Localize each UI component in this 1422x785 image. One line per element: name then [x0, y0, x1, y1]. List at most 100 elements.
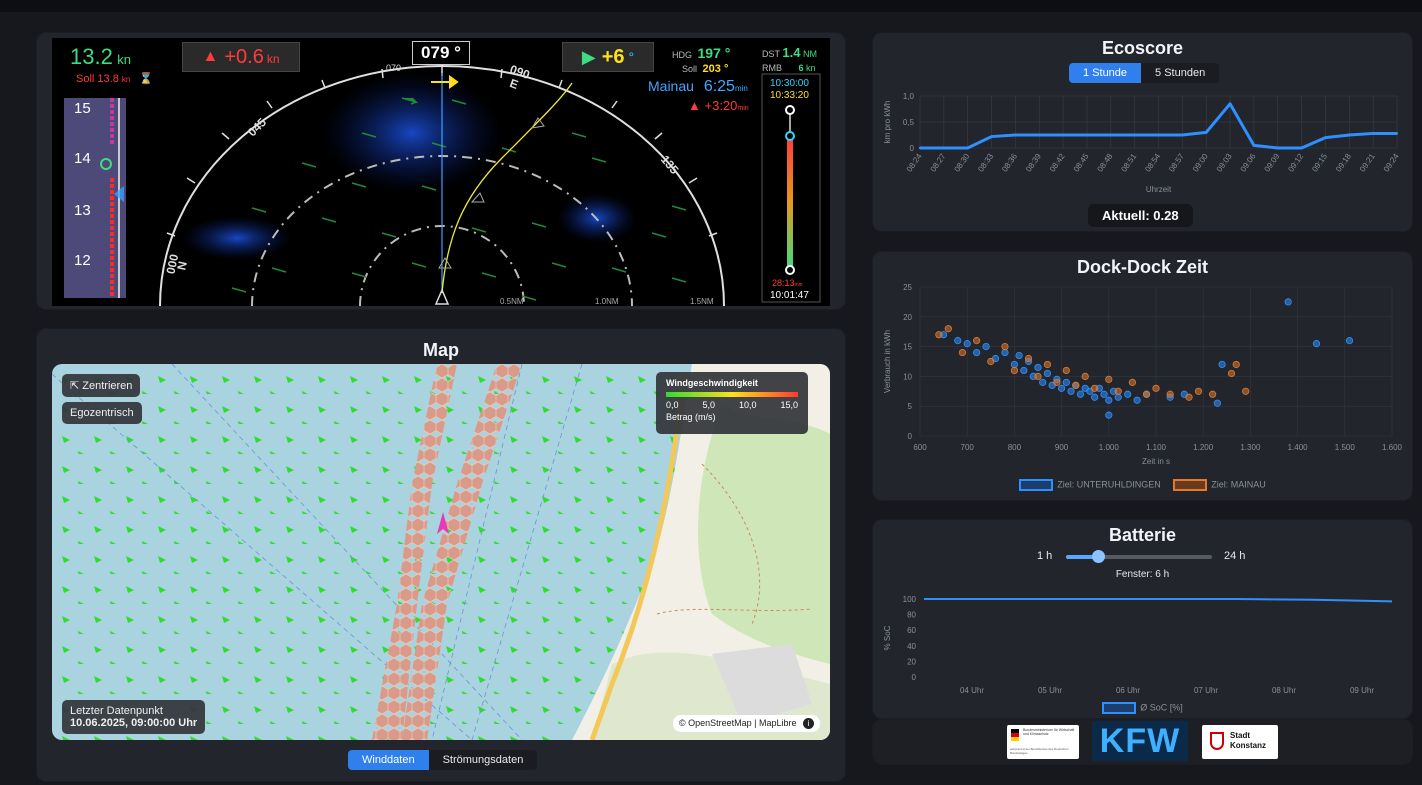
scatter-point: [1043, 360, 1052, 369]
map-canvas[interactable]: ⇱ Zentrieren Egozentrisch Windgeschwindi…: [52, 364, 830, 740]
scatter-point: [982, 343, 990, 351]
x-tick-label: 08:45: [1072, 152, 1091, 174]
egocentric-button[interactable]: Egozentrisch: [62, 402, 142, 424]
x-axis-label: Uhrzeit: [1146, 185, 1172, 194]
scatter-point: [1020, 366, 1028, 375]
scatter-point: [1001, 343, 1009, 351]
scatter-point: [1091, 384, 1099, 392]
navigation-panel: 070 090 E 045 135 000 N 0.5NM 1.0NM 1.5N…: [36, 32, 846, 310]
wind-legend: Windgeschwindigkeit 0,0 5,0 10,0 15,0 Be…: [656, 372, 808, 434]
time-marker-top: [785, 105, 795, 115]
scatter-point: [1105, 411, 1113, 419]
remaining-time: 28:13min: [772, 278, 803, 288]
y-tick-label: 1,0: [903, 92, 915, 101]
y-tick-label: 20: [903, 313, 912, 322]
up-triangle-icon: ▲: [688, 98, 701, 113]
y-tick-label: 100: [903, 595, 917, 604]
ecoscore-chart: 1,0 0,5 008:24 08:27 08:30 08:33 08:36 08:39 08:…: [883, 92, 1401, 194]
tab-winddaten[interactable]: Winddaten: [348, 750, 429, 770]
info-icon[interactable]: i: [803, 718, 814, 729]
soc-line: [924, 598, 1393, 603]
scatter-point: [1133, 396, 1141, 404]
radar-display: 070 090 E 045 135 000 N 0.5NM 1.0NM 1.5N…: [52, 38, 830, 306]
ecoscore-point: [1276, 146, 1279, 150]
range-label: 0.5NM: [500, 297, 524, 306]
scatter-point: [1312, 340, 1321, 348]
x-tick-label: 09:18: [1334, 152, 1353, 174]
scatter-point: [1081, 372, 1089, 381]
legend-gradient: [666, 392, 798, 397]
tab-stroemungsdaten[interactable]: Strömungsdaten: [428, 750, 538, 770]
ecoscore-title: Ecoscore: [1101, 38, 1184, 58]
window-slider[interactable]: [1066, 550, 1212, 563]
scatter-point: [1034, 363, 1042, 372]
x-tick-label: 1.000: [1099, 443, 1120, 452]
scatter-point: [1105, 396, 1113, 404]
ecoscore-range-tabs: 1 Stunde 5 Stunden: [1069, 63, 1220, 83]
y-tick-label: 60: [907, 626, 916, 635]
scatter-point: [944, 325, 952, 333]
tab-1-stunde[interactable]: 1 Stunde: [1069, 63, 1142, 83]
target-speed-marker-icon: [114, 186, 124, 202]
x-tick-label: 1.300: [1240, 443, 1261, 452]
x-tick-label: 08 Uhr: [1272, 686, 1296, 695]
x-tick-label: 900: [1055, 443, 1069, 452]
konstanz-shield-icon: [1210, 732, 1224, 750]
plan-time: 10:33:20: [770, 90, 809, 101]
x-tick-label: 09 Uhr: [1350, 686, 1374, 695]
x-tick-label: 700: [961, 443, 975, 452]
y-tick-label: 40: [907, 642, 916, 651]
kfw-logo: KFW: [1092, 721, 1188, 761]
x-tick-label: 08:36: [1000, 152, 1019, 174]
slider-thumb[interactable]: [1092, 550, 1106, 563]
scatter-point: [1067, 387, 1075, 395]
bearing-label: 070: [386, 63, 401, 73]
legend-tick: 10,0: [738, 400, 757, 410]
tape-label: 14: [74, 150, 91, 167]
dock-legend: Ziel: UNTERUHLDINGEN Ziel: MAINAU: [872, 479, 1413, 491]
center-button[interactable]: ⇱ Zentrieren: [62, 374, 141, 397]
ecoscore-point: [1395, 132, 1399, 135]
scatter-point: [1100, 390, 1108, 398]
legend-swatch-unteruhldingen: [1019, 479, 1054, 491]
x-tick-label: 08:51: [1119, 152, 1138, 174]
ecoscore-point: [1252, 144, 1256, 147]
scatter-point: [1166, 390, 1174, 398]
hdg-block: HDG 197 ° Soll 203 °: [672, 45, 731, 75]
legend-label: Ziel: UNTERUHLDINGEN: [1057, 479, 1161, 490]
scatter-point: [963, 340, 971, 348]
scatter-point: [1114, 387, 1122, 395]
tab-5-stunden[interactable]: 5 Stunden: [1141, 63, 1220, 83]
ecoscore-point: [990, 135, 993, 138]
right-triangle-icon: ▶: [581, 46, 596, 67]
ecoscore-point: [1348, 133, 1351, 137]
last-datapoint-value: 10.06.2025, 09:00:00 Uhr: [70, 717, 198, 729]
dock-panel: Dock-Dock Zeit 25 20 15 10 5 0 600 700 800 900 1.0…: [872, 251, 1413, 501]
scatter-point: [1242, 387, 1250, 395]
top-bar: [0, 0, 1422, 12]
ecoscore-point: [1371, 132, 1375, 135]
map-title: Map: [423, 340, 459, 360]
y-tick-label: 0,5: [903, 118, 915, 127]
sponsor-panel: Bundesministerium für Wirtschaft und Kli…: [872, 719, 1413, 765]
y-axis-label: km pro kWh: [883, 101, 892, 144]
map-panel: Map ⇱ Zentrieren Egozentrisch Windgeschw…: [36, 328, 846, 782]
x-tick-label: 08:33: [976, 152, 995, 174]
scatter-point: [1284, 298, 1292, 306]
window-label: Fenster: 6 h: [1115, 569, 1170, 580]
x-tick-label: 08:24: [905, 152, 924, 174]
scatter-point: [1218, 360, 1226, 369]
scatter-point: [1010, 366, 1018, 375]
scatter-point: [1001, 348, 1009, 357]
ecoscore-point: [966, 146, 969, 150]
hourglass-icon: ⌛: [139, 73, 154, 85]
scatter-point: [1114, 393, 1122, 401]
y-tick-label: 20: [907, 657, 916, 666]
slider-max-label: 24 h: [1224, 550, 1246, 562]
ecoscore-point: [1038, 133, 1041, 137]
stadt-konstanz-logo: Stadt Konstanz: [1202, 725, 1278, 759]
scatter-point: [1194, 387, 1203, 395]
y-tick-label: 0: [908, 432, 913, 441]
ecoscore-point: [1300, 146, 1303, 150]
bmwk-logo: Bundesministerium für Wirtschaft und Kli…: [1007, 725, 1079, 759]
